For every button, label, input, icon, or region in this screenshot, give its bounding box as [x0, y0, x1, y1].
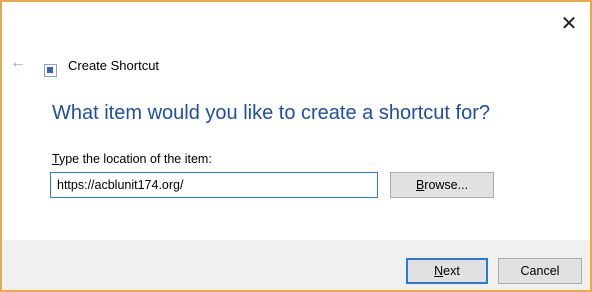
close-icon[interactable]: ✕ [558, 14, 580, 36]
shortcut-app-icon [44, 64, 57, 77]
location-label-mnemonic: T [52, 152, 59, 166]
dialog-question: What item would you like to create a sho… [52, 102, 490, 124]
location-label-text: ype the location of the item: [58, 152, 212, 166]
browse-label: rowse... [424, 178, 469, 192]
dialog-footer: Next Cancel [2, 240, 590, 290]
next-button[interactable]: Next [406, 258, 488, 284]
next-label: ext [443, 264, 460, 278]
browse-button[interactable]: Browse... [390, 172, 494, 198]
cancel-button[interactable]: Cancel [498, 258, 582, 284]
back-arrow-icon[interactable]: ← [10, 54, 26, 72]
location-label: Type the location of the item: [52, 152, 212, 166]
create-shortcut-dialog: ✕ ← Create Shortcut What item would you … [0, 0, 592, 292]
dialog-title: Create Shortcut [68, 58, 160, 73]
location-input[interactable] [50, 172, 378, 198]
next-mnemonic: N [434, 264, 444, 278]
